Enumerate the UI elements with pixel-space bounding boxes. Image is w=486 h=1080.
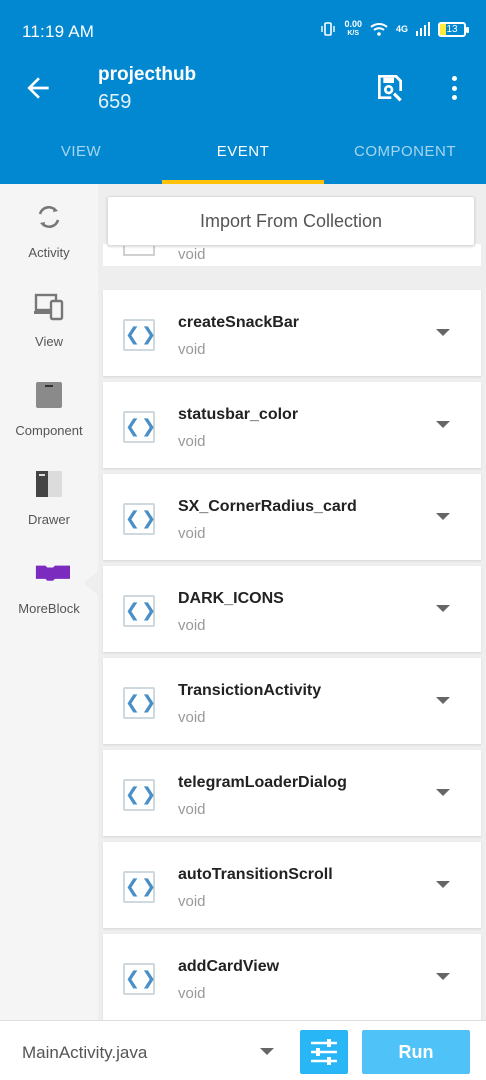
sidebar-item-drawer[interactable]: Drawer xyxy=(0,451,98,531)
moreblock-item[interactable]: ❮❯ createSnackBar void xyxy=(103,290,481,376)
import-from-collection-button[interactable]: Import From Collection xyxy=(107,196,475,246)
vibrate-icon xyxy=(321,22,336,36)
moreblock-name: SX_CornerRadius_card xyxy=(178,498,357,515)
moreblock-item[interactable]: ❮❯ statusbar_color void xyxy=(103,382,481,468)
code-block-icon: ❮❯ xyxy=(123,871,156,903)
wifi-icon xyxy=(370,23,388,36)
status-bar: 11:19 AM 0.00 K/S 4G 13 xyxy=(0,0,486,58)
moreblock-item[interactable]: ❮❯ addCardView void xyxy=(103,934,481,1020)
return-type: void xyxy=(178,985,206,1002)
expand-dropdown-icon[interactable] xyxy=(436,421,450,428)
project-id: 659 xyxy=(98,91,132,113)
moreblock-item[interactable]: ❮❯ autoTransitionScroll void xyxy=(103,842,481,928)
code-block-icon: ❮❯ xyxy=(123,595,156,627)
code-block-icon: ❮❯ xyxy=(123,503,156,535)
moreblock-item[interactable]: ❮❯ SX_CornerRadius_card void xyxy=(103,474,481,560)
return-type: void xyxy=(178,709,206,726)
tab-bar: VIEW EVENT COMPONENT xyxy=(0,128,486,184)
status-icons: 0.00 K/S 4G 13 xyxy=(320,19,469,38)
expand-dropdown-icon[interactable] xyxy=(436,513,450,520)
drawer-icon xyxy=(36,471,62,497)
bottom-bar: MainActivity.java Run xyxy=(0,1020,486,1080)
signal-icon xyxy=(416,22,430,36)
sidebar-item-label: Drawer xyxy=(28,512,70,527)
sidebar: Activity View Component Drawer MoreBlock xyxy=(0,184,98,1020)
back-arrow-icon[interactable] xyxy=(22,72,54,104)
net-speed: 0.00 K/S xyxy=(344,19,362,38)
save-icon[interactable] xyxy=(374,71,406,103)
moreblock-list: Import From Collection void ❮❯ createSna… xyxy=(98,184,486,1020)
code-block-icon: ❮❯ xyxy=(123,687,156,719)
moreblock-name: createSnackBar xyxy=(178,314,299,331)
more-options-icon[interactable] xyxy=(444,74,464,102)
expand-dropdown-icon[interactable] xyxy=(436,973,450,980)
expand-dropdown-icon[interactable] xyxy=(436,329,450,336)
battery-icon: 13 xyxy=(438,21,469,37)
code-block-icon: ❮❯ xyxy=(123,963,156,995)
run-button[interactable]: Run xyxy=(362,1030,470,1074)
app-bar: projecthub 659 xyxy=(0,58,486,128)
expand-dropdown-icon[interactable] xyxy=(436,881,450,888)
file-dropdown-icon[interactable] xyxy=(260,1048,274,1055)
moreblock-name: telegramLoaderDialog xyxy=(178,774,347,791)
file-selector[interactable]: MainActivity.java xyxy=(22,1043,147,1063)
sidebar-item-activity[interactable]: Activity xyxy=(0,184,98,264)
return-type: void xyxy=(178,525,206,542)
code-block-icon: ❮❯ xyxy=(123,411,156,443)
moreblock-item[interactable]: ❮❯ TransictionActivity void xyxy=(103,658,481,744)
moreblock-name: statusbar_color xyxy=(178,406,299,423)
sidebar-item-component[interactable]: Component xyxy=(0,362,98,442)
sidebar-item-view[interactable]: View xyxy=(0,273,98,353)
settings-button[interactable] xyxy=(300,1030,348,1074)
expand-dropdown-icon[interactable] xyxy=(436,697,450,704)
moreblock-name: TransictionActivity xyxy=(178,682,322,699)
project-title: projecthub xyxy=(98,64,197,85)
list-item-partial[interactable]: void xyxy=(103,244,481,266)
sidebar-item-label: Activity xyxy=(28,245,70,260)
sidebar-item-moreblock[interactable]: MoreBlock xyxy=(0,540,98,620)
moreblock-item[interactable]: ❮❯ telegramLoaderDialog void xyxy=(103,750,481,836)
return-type: void xyxy=(178,341,206,358)
code-block-icon: ❮❯ xyxy=(123,319,156,351)
tab-event[interactable]: EVENT xyxy=(162,128,324,184)
tune-icon xyxy=(311,1039,337,1065)
moreblock-item[interactable]: ❮❯ DARK_ICONS void xyxy=(103,566,481,652)
moreblock-name: DARK_ICONS xyxy=(178,590,284,607)
sidebar-item-label: Component xyxy=(15,423,83,438)
tab-component[interactable]: COMPONENT xyxy=(324,128,486,184)
network-type: 4G xyxy=(395,24,408,34)
expand-dropdown-icon[interactable] xyxy=(436,789,450,796)
expand-dropdown-icon[interactable] xyxy=(436,605,450,612)
code-block-icon: ❮❯ xyxy=(123,779,156,811)
devices-icon xyxy=(34,293,64,321)
sidebar-item-label: View xyxy=(35,334,63,349)
moreblock-icon xyxy=(35,565,70,581)
status-time: 11:19 AM xyxy=(22,22,95,41)
return-type: void xyxy=(178,617,206,634)
tab-view[interactable]: VIEW xyxy=(0,128,162,184)
return-type: void xyxy=(178,433,206,450)
moreblock-name: autoTransitionScroll xyxy=(178,866,333,883)
return-type: void xyxy=(178,246,206,263)
component-icon xyxy=(36,382,62,408)
sidebar-item-label: MoreBlock xyxy=(18,601,80,616)
sync-icon xyxy=(38,205,60,229)
return-type: void xyxy=(178,801,206,818)
return-type: void xyxy=(178,893,206,910)
moreblock-name: addCardView xyxy=(178,958,280,975)
